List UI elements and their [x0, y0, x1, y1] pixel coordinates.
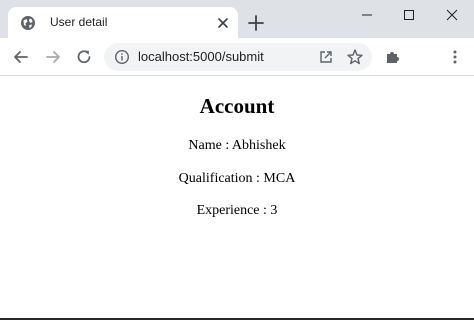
address-bar[interactable]: localhost:5000/submit — [104, 43, 372, 71]
open-external-icon[interactable] — [318, 49, 334, 65]
page-heading: Account — [199, 94, 275, 118]
globe-icon — [21, 16, 35, 30]
active-tab[interactable]: User detail — [8, 7, 238, 38]
tab-title: User detail — [50, 15, 108, 29]
forward-arrow-icon[interactable] — [44, 48, 62, 66]
experience-field: Experience : 3 — [196, 203, 278, 218]
tab-strip: User detail — [0, 0, 474, 38]
url-text[interactable]: localhost:5000/submit — [138, 49, 264, 64]
new-tab-icon[interactable] — [247, 14, 265, 32]
qualification-field: Qualification : MCA — [178, 171, 296, 186]
puzzle-icon[interactable] — [384, 48, 402, 66]
kebab-menu-icon[interactable] — [446, 48, 464, 66]
close-tab-icon[interactable] — [216, 16, 230, 30]
reload-icon[interactable] — [75, 48, 93, 66]
back-arrow-icon[interactable] — [12, 48, 30, 66]
browser-window: User detail localhost:5000/submit Accoun… — [0, 0, 474, 320]
close-window-icon[interactable] — [442, 6, 462, 24]
browser-toolbar: localhost:5000/submit — [0, 38, 474, 76]
star-icon[interactable] — [346, 48, 364, 66]
name-field: Name : Abhishek — [188, 138, 286, 153]
minimize-icon[interactable] — [357, 6, 377, 24]
maximize-icon[interactable] — [399, 6, 419, 24]
page-content: Account Name : Abhishek Qualification : … — [0, 76, 474, 318]
info-icon[interactable] — [114, 49, 130, 65]
